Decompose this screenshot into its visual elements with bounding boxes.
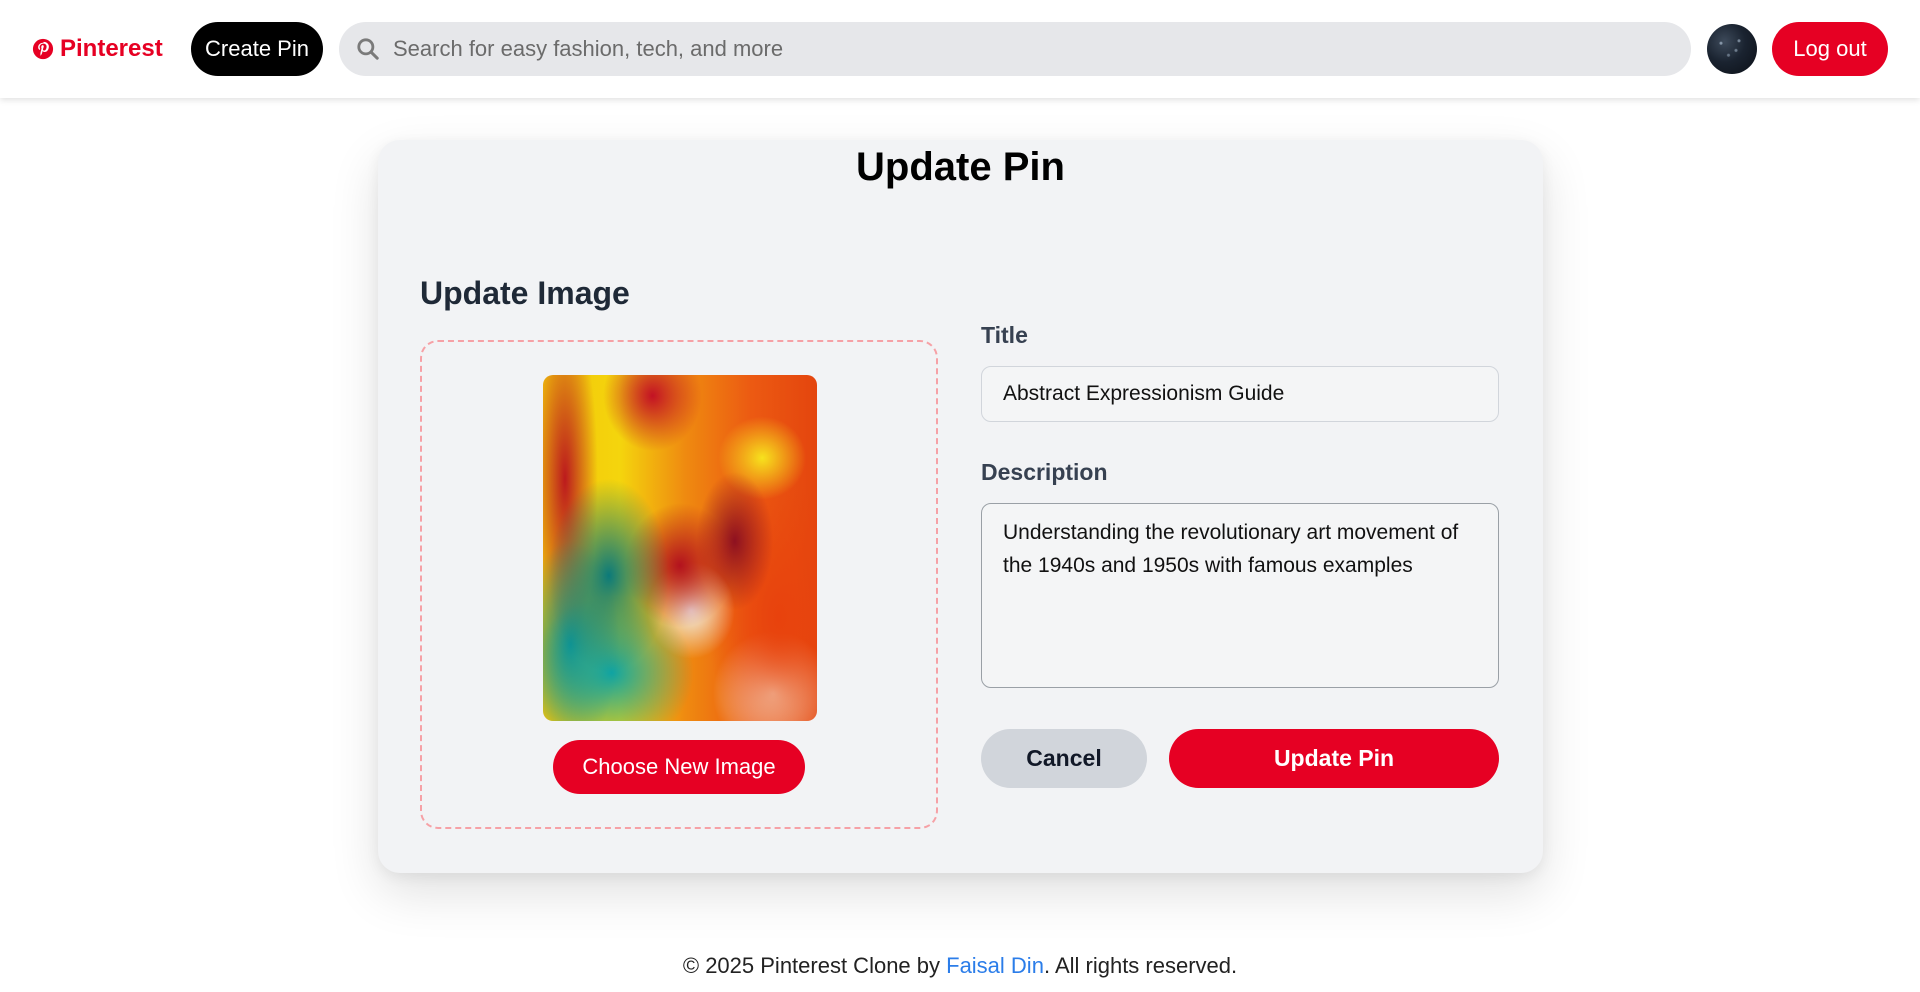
create-pin-button[interactable]: Create Pin	[191, 22, 323, 76]
pinterest-logo[interactable]: Pinterest	[32, 35, 163, 63]
pin-image-preview	[543, 375, 817, 721]
search-icon	[357, 38, 379, 60]
image-dropzone[interactable]: Choose New Image	[420, 340, 938, 829]
update-image-heading: Update Image	[420, 275, 630, 311]
search-input[interactable]	[391, 35, 1671, 63]
logo-text: Pinterest	[60, 35, 163, 62]
description-textarea[interactable]: Understanding the revolutionary art move…	[981, 503, 1499, 688]
title-input[interactable]	[981, 366, 1499, 422]
footer-rights: . All rights reserved.	[1043, 953, 1238, 978]
pinterest-logo-icon	[32, 38, 54, 60]
title-label: Title	[981, 322, 1028, 348]
update-pin-button[interactable]: Update Pin	[1169, 729, 1499, 788]
search-bar[interactable]	[339, 22, 1691, 76]
update-pin-card: Update Pin Update Image Choose New Image…	[378, 140, 1543, 873]
user-avatar[interactable]	[1707, 24, 1757, 74]
logout-button[interactable]: Log out	[1772, 22, 1888, 76]
top-navbar: Pinterest Create Pin Log out	[0, 0, 1920, 98]
author-link[interactable]: Faisal Din	[946, 953, 1044, 978]
description-label: Description	[981, 459, 1108, 485]
footer: © 2025 Pinterest Clone by Faisal Din. Al…	[0, 940, 1920, 992]
footer-copyright: © 2025 Pinterest Clone by	[682, 953, 947, 978]
page-title: Update Pin	[856, 145, 1065, 189]
choose-new-image-button[interactable]: Choose New Image	[553, 740, 805, 794]
cancel-button[interactable]: Cancel	[981, 729, 1147, 788]
